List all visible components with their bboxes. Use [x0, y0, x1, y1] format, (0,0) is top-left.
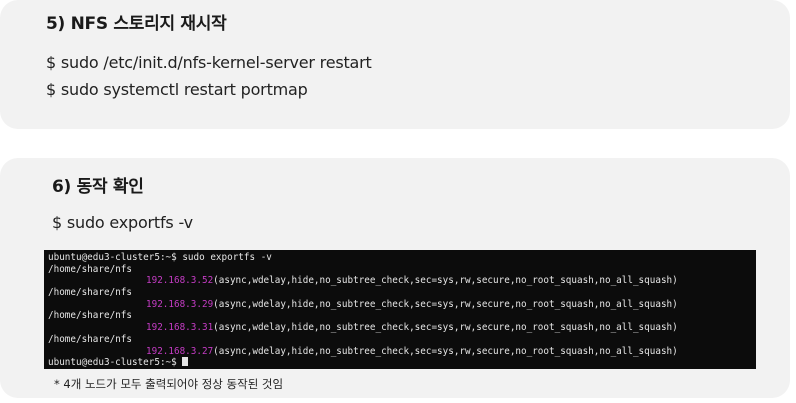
prompt-text: ubuntu@edu3-cluster5:~$	[48, 357, 183, 369]
terminal-window[interactable]: ubuntu@edu3-cluster5:~$ sudo exportfs -v…	[44, 250, 756, 369]
section-title-restart: 5) NFS 스토리지 재시작	[46, 14, 227, 34]
export-options: (async,wdelay,hide,no_subtree_check,sec=…	[213, 275, 678, 287]
client-ip: 192.168.3.31	[146, 322, 214, 334]
terminal-export-detail: 192.168.3.29(async,wdelay,hide,no_subtre…	[48, 299, 756, 311]
export-options: (async,wdelay,hide,no_subtree_check,sec=…	[213, 345, 678, 357]
command-line-2: $ sudo systemctl restart portmap	[46, 80, 308, 99]
client-ip: 192.168.3.29	[146, 298, 214, 310]
terminal-export-path: /home/share/nfs	[48, 333, 132, 345]
command-line-exportfs: $ sudo exportfs -v	[52, 213, 193, 232]
export-options: (async,wdelay,hide,no_subtree_check,sec=…	[213, 322, 678, 334]
terminal-export-detail: 192.168.3.27(async,wdelay,hide,no_subtre…	[48, 346, 756, 358]
client-ip: 192.168.3.52	[146, 275, 214, 287]
terminal-final-prompt: ubuntu@edu3-cluster5:~$	[48, 357, 756, 369]
footnote: * 4개 노드가 모두 출력되어야 정상 동작된 것임	[54, 377, 284, 391]
terminal-export-path: /home/share/nfs	[48, 310, 132, 322]
terminal-export-path: /home/share/nfs	[48, 287, 132, 299]
terminal-prompt-line: ubuntu@edu3-cluster5:~$ sudo exportfs -v	[48, 252, 272, 263]
terminal-export-detail: 192.168.3.31(async,wdelay,hide,no_subtre…	[48, 322, 756, 334]
client-ip: 192.168.3.27	[146, 345, 214, 357]
section-title-verify: 6) 동작 확인	[52, 177, 144, 197]
terminal-export-path: /home/share/nfs	[48, 263, 132, 275]
command-line-1: $ sudo /etc/init.d/nfs-kernel-server res…	[46, 53, 372, 72]
export-options: (async,wdelay,hide,no_subtree_check,sec=…	[213, 298, 678, 310]
terminal-export-detail: 192.168.3.52(async,wdelay,hide,no_subtre…	[48, 275, 756, 287]
cursor-block-icon	[182, 357, 189, 367]
